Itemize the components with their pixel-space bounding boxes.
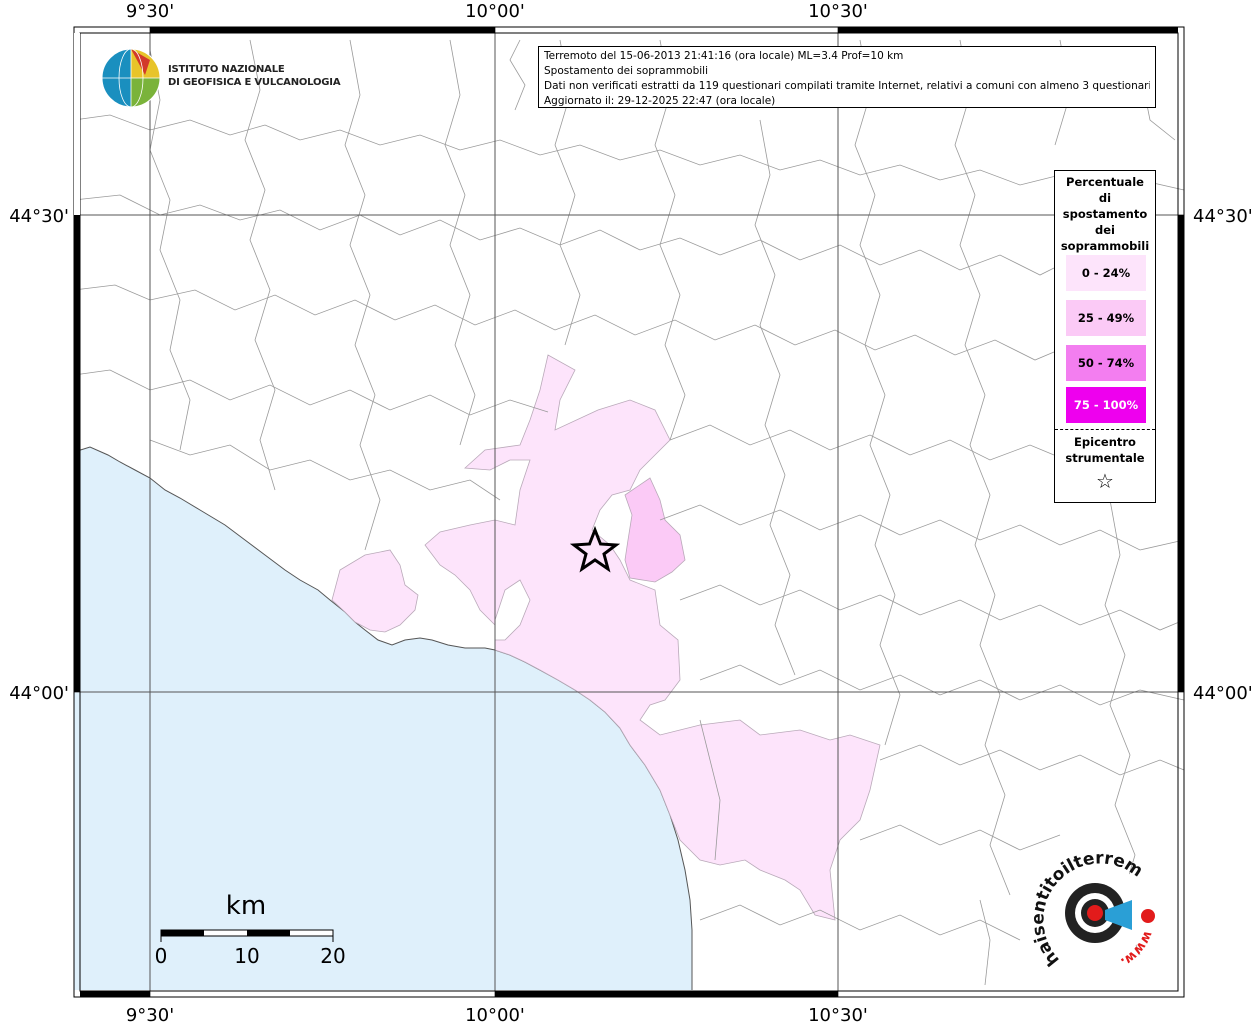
- scale-tick-20: 20: [320, 944, 345, 968]
- legend-epicenter-label: Epicentro strumentale: [1055, 434, 1155, 466]
- data-note: Dati non verificati estratti da 119 ques…: [544, 80, 1150, 92]
- lon-label-bottom-1: 9°30': [126, 1005, 174, 1024]
- lon-label-bottom-2: 10°00': [465, 1005, 525, 1024]
- scale-unit: km: [226, 891, 266, 921]
- legend-separator: [1055, 429, 1155, 430]
- ingv-globe-logo: [101, 48, 161, 108]
- ingv-line-2: DI GEOFISICA E VULCANOLOGIA: [168, 77, 341, 88]
- legend-epicenter-line-2: strumentale: [1065, 451, 1145, 465]
- lat-label-right-1: 44°30': [1193, 206, 1253, 227]
- update-time: Aggiornato il: 29-12-2025 22:47 (ora loc…: [544, 95, 776, 107]
- lat-label-left-2: 44°00': [9, 683, 69, 704]
- legend-swatch-75-100: 75 - 100%: [1066, 387, 1146, 423]
- lon-label-bottom-3: 10°30': [808, 1005, 868, 1024]
- lon-label-top-3: 10°30': [808, 1, 868, 22]
- legend-title-line-3: spostamento: [1062, 207, 1148, 221]
- scale-tick-0: 0: [155, 944, 168, 968]
- legend-epicenter-line-1: Epicentro: [1074, 435, 1136, 449]
- legend-label-50-74: 50 - 74%: [1077, 356, 1135, 370]
- legend-label-0-24: 0 - 24%: [1081, 266, 1131, 280]
- legend-swatch-0-24: 0 - 24%: [1066, 255, 1146, 291]
- ingv-logo-text: ISTITUTO NAZIONALE DI GEOFISICA E VULCAN…: [168, 63, 341, 89]
- legend-label-75-100: 75 - 100%: [1073, 398, 1139, 412]
- legend-star-icon: ☆: [1096, 469, 1114, 493]
- lon-label-top-2: 10°00': [465, 1, 525, 22]
- legend-swatch-50-74: 50 - 74%: [1066, 345, 1146, 381]
- legend: Percentuale di spostamento dei soprammob…: [1054, 170, 1156, 503]
- lat-label-left-1: 44°30': [9, 206, 69, 227]
- legend-label-25-49: 25 - 49%: [1077, 311, 1135, 325]
- legend-title-line-2: di: [1098, 191, 1112, 205]
- legend-title-line-1: Percentuale: [1066, 175, 1144, 189]
- lat-label-right-2: 44°00': [1193, 683, 1253, 704]
- scale-tick-10: 10: [234, 944, 259, 968]
- event-header: Terremoto del 15-06-2013 21:41:16 (ora l…: [544, 50, 904, 62]
- legend-title-line-4: dei: [1095, 223, 1115, 237]
- ingv-line-1: ISTITUTO NAZIONALE: [168, 64, 285, 75]
- legend-swatch-25-49: 25 - 49%: [1066, 300, 1146, 336]
- intensity-map: 9°30' 10°00' 10°30' 9°30' 10°00' 10°30' …: [0, 0, 1253, 1024]
- event-info-box: Terremoto del 15-06-2013 21:41:16 (ora l…: [538, 46, 1156, 108]
- legend-title-line-5: soprammobili: [1060, 239, 1150, 253]
- lon-label-top-1: 9°30': [126, 1, 174, 22]
- legend-title: Percentuale di spostamento dei soprammob…: [1055, 171, 1155, 254]
- map-subject: Spostamento dei soprammobili: [544, 65, 708, 77]
